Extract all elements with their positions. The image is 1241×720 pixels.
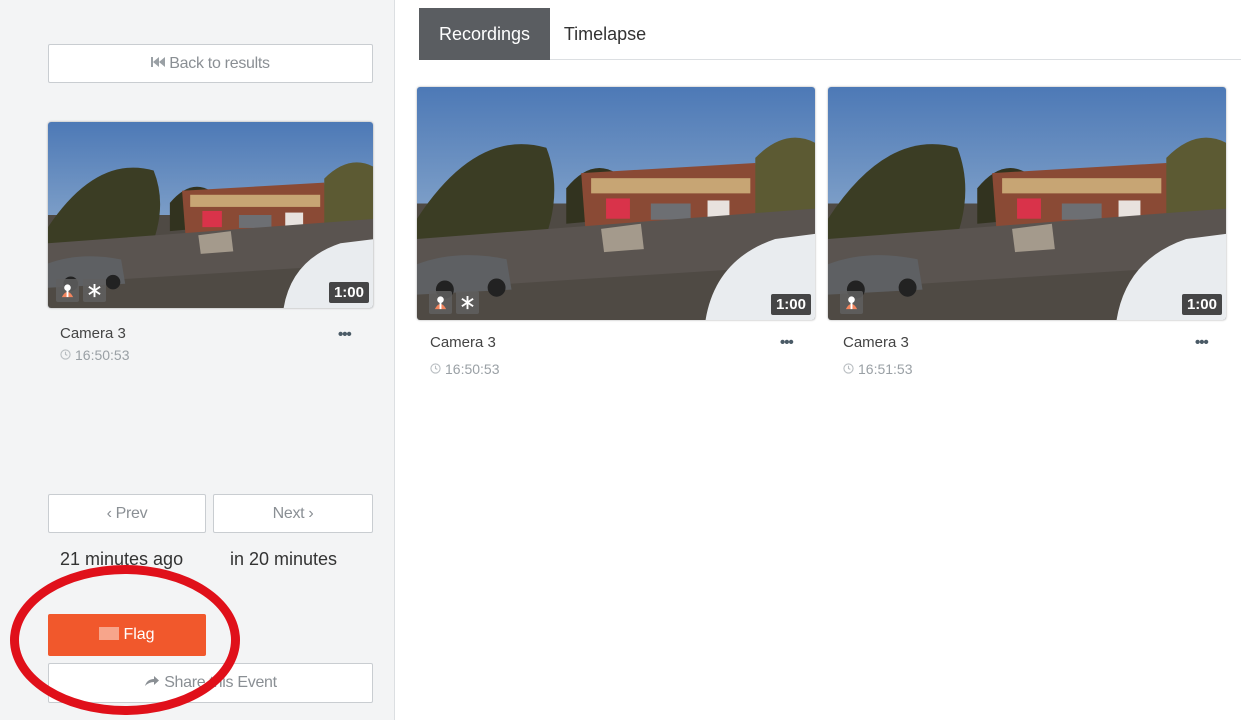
person-icon <box>56 279 79 302</box>
more-options-icon[interactable]: ••• <box>780 334 794 351</box>
recording-time: 16:50:53 <box>430 361 500 377</box>
flag-label: Flag <box>123 626 155 643</box>
back-to-results-button[interactable]: Back to results <box>48 44 373 83</box>
event-time: 16:50:53 <box>60 347 130 363</box>
snowflake-icon <box>456 291 479 314</box>
next-event-button[interactable]: Next › <box>213 494 373 533</box>
camera-name: Camera 3 <box>430 334 496 351</box>
camera-snapshot <box>417 87 815 320</box>
person-icon <box>429 291 452 314</box>
view-tabs: Recordings Timelapse <box>419 8 1241 60</box>
more-options-icon[interactable]: ••• <box>338 326 352 343</box>
event-sidebar: Back to results 1:00 Camera 3 16:50:53 •… <box>0 0 395 720</box>
event-time-value: 16:50:53 <box>75 347 130 363</box>
chevron-right-icon: › <box>308 504 314 522</box>
prev-relative-time: 21 minutes ago <box>60 549 184 569</box>
camera-name: Camera 3 <box>843 334 909 351</box>
next-relative-time: in 20 minutes <box>230 549 338 569</box>
prev-event-button[interactable]: ‹ Prev <box>48 494 206 533</box>
event-viewer: Back to results 1:00 Camera 3 16:50:53 •… <box>0 0 1241 720</box>
clock-icon <box>843 361 854 377</box>
snowflake-icon <box>83 279 106 302</box>
chevron-left-icon: ‹ <box>106 504 112 522</box>
camera-snapshot <box>828 87 1226 320</box>
recording-time-value: 16:50:53 <box>445 361 500 377</box>
duration-label: 1:00 <box>1181 294 1222 315</box>
share-arrow-icon <box>144 674 160 692</box>
clock-icon <box>60 347 71 363</box>
tab-recordings[interactable]: Recordings <box>419 8 550 60</box>
duration-label: 1:00 <box>770 294 811 315</box>
recording-time-value: 16:51:53 <box>858 361 913 377</box>
prev-label: Prev <box>115 504 148 522</box>
camera-name: Camera 3 <box>60 325 126 342</box>
more-options-icon[interactable]: ••• <box>1195 334 1209 351</box>
tab-timelapse[interactable]: Timelapse <box>550 8 660 60</box>
flag-button[interactable]: Flag <box>48 614 206 656</box>
skip-back-icon <box>151 55 166 73</box>
recording-thumbnail[interactable]: 1:00 <box>828 87 1226 320</box>
recording-thumbnail[interactable]: 1:00 <box>417 87 815 320</box>
flag-icon <box>99 626 120 645</box>
share-label: Share this Event <box>164 674 277 691</box>
duration-label: 1:00 <box>328 282 369 303</box>
next-label: Next <box>272 504 305 522</box>
person-icon <box>840 291 863 314</box>
share-event-button[interactable]: Share this Event <box>48 663 373 703</box>
clock-icon <box>430 361 441 377</box>
recording-time: 16:51:53 <box>843 361 913 377</box>
current-event-thumbnail[interactable]: 1:00 <box>48 122 373 308</box>
back-to-results-label: Back to results <box>169 54 270 72</box>
